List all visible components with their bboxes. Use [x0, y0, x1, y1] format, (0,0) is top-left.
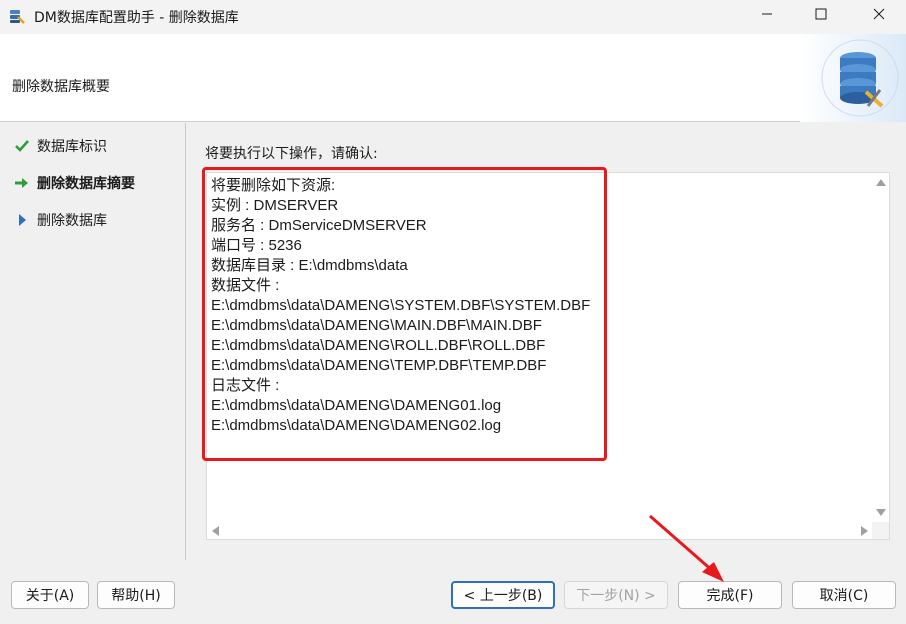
back-button[interactable]: < 上一步(B) [451, 581, 555, 609]
cancel-button[interactable]: 取消(C) [792, 581, 896, 609]
minimize-button[interactable] [744, 0, 790, 32]
sidebar-item-database-id: 数据库标识 [14, 136, 107, 156]
maximize-button[interactable] [798, 0, 844, 32]
database-settings-icon [800, 34, 906, 122]
sidebar-item-label: 数据库标识 [37, 139, 107, 155]
vertical-scrollbar[interactable] [872, 173, 889, 522]
highlight-box [202, 167, 607, 461]
close-icon [873, 8, 885, 24]
instruction-label: 将要执行以下操作，请确认: [205, 146, 378, 162]
help-button[interactable]: 帮助(H) [97, 581, 175, 609]
maximize-icon [815, 8, 827, 24]
horizontal-scrollbar[interactable] [207, 522, 873, 539]
sidebar-item-label: 删除数据库摘要 [37, 176, 135, 192]
scroll-down-icon[interactable] [876, 509, 886, 516]
minimize-icon [761, 8, 773, 24]
title-bar: DM数据库配置助手 - 删除数据库 [0, 0, 906, 34]
about-button[interactable]: 关于(A) [11, 581, 89, 609]
page-title: 删除数据库概要 [12, 79, 110, 95]
scroll-corner [872, 522, 889, 539]
sidebar-item-label: 删除数据库 [37, 213, 107, 229]
window-title: DM数据库配置助手 - 删除数据库 [34, 10, 239, 26]
sidebar-item-delete-database: 删除数据库 [14, 210, 107, 230]
check-icon [14, 138, 30, 154]
app-icon [8, 7, 26, 25]
sidebar-item-delete-summary: 删除数据库摘要 [14, 173, 135, 193]
scroll-up-icon[interactable] [876, 179, 886, 186]
triangle-right-icon [14, 212, 30, 228]
scroll-left-icon[interactable] [212, 526, 219, 536]
annotation-arrow-icon [649, 514, 724, 582]
close-button[interactable] [856, 0, 902, 32]
arrow-right-icon [14, 175, 30, 191]
scroll-right-icon[interactable] [861, 526, 868, 536]
wizard-header: 删除数据库概要 [0, 34, 906, 122]
